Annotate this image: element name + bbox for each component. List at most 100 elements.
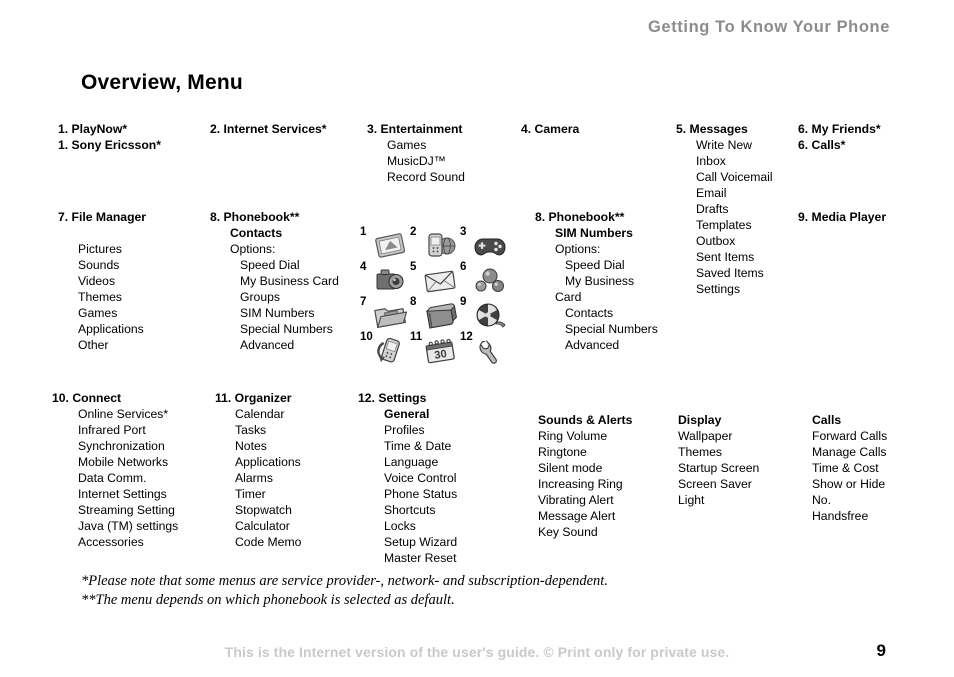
icon-cell-6: 6 (460, 261, 508, 295)
menu-item: Handsfree (812, 509, 869, 524)
menu-column-calls: Calls Forward Calls Manage Calls Time & … (812, 412, 887, 524)
icon-cell-1: 1 (360, 226, 408, 260)
menu-column-camera: 4. Camera (521, 121, 579, 137)
camera-icon (373, 265, 407, 295)
menu-item: SIM Numbers (240, 306, 315, 321)
menu-item: Contacts (565, 306, 614, 321)
icon-cell-8: 8 (410, 296, 458, 330)
menu-heading-phonebook-sim: 8. Phonebook** (535, 210, 625, 224)
menu-heading-messages: 5. Messages (676, 122, 748, 136)
menu-item: Manage Calls (812, 445, 887, 460)
menu-item: Videos (78, 274, 116, 289)
friends-spheres-icon (473, 265, 507, 295)
menu-column-phonebook-sim: 8. Phonebook** SIM Numbers Options: Spee… (535, 209, 658, 353)
icon-cell-10: 10 (360, 331, 408, 365)
menu-item: Language (384, 455, 439, 470)
icon-number: 10 (360, 331, 373, 343)
menu-heading-file-manager: 7. File Manager (58, 210, 147, 224)
menu-item: Master Reset (384, 551, 457, 566)
menu-icon-grid: 1 2 3 4 5 6 7 8 9 10 11 30 12 (360, 226, 506, 364)
menu-column-connect: 10. Connect Online Services* Infrared Po… (52, 390, 178, 550)
menu-item: Special Numbers (240, 322, 333, 337)
internet-phone-icon (423, 230, 457, 260)
envelope-icon (423, 265, 457, 295)
menu-heading-connect: 10. Connect (52, 391, 122, 405)
icon-number: 1 (360, 226, 367, 238)
menu-options-label: Options: (555, 242, 601, 257)
menu-item: Startup Screen (678, 461, 760, 476)
menu-item: Voice Control (384, 471, 457, 486)
menu-subheading-calls: Calls (812, 413, 842, 427)
menu-column-display: Display Wallpaper Themes Startup Screen … (678, 412, 759, 508)
menu-item: Data Comm. (78, 471, 147, 486)
icon-number: 5 (410, 261, 417, 273)
menu-column-my-friends: 6. My Friends* 6. Calls* (798, 121, 881, 153)
menu-item: Silent mode (538, 461, 603, 476)
menu-column-sounds-alerts: Sounds & Alerts Ring Volume Ringtone Sil… (538, 412, 632, 540)
icon-number: 8 (410, 296, 417, 308)
icon-cell-9: 9 (460, 296, 508, 330)
menu-item: Screen Saver (678, 477, 752, 492)
menu-column-file-manager: 7. File Manager Pictures Sounds Videos T… (58, 209, 146, 353)
menu-item: Ring Volume (538, 429, 608, 444)
film-reel-icon (473, 300, 507, 330)
menu-item: Themes (678, 445, 723, 460)
menu-item: Wallpaper (678, 429, 733, 444)
icon-cell-11: 11 30 (410, 331, 458, 365)
menu-item: Streaming Setting (78, 503, 175, 518)
menu-item: Profiles (384, 423, 425, 438)
menu-item: Email (696, 186, 727, 201)
menu-item: Speed Dial (240, 258, 300, 273)
menu-item: Phone Status (384, 487, 458, 502)
menu-item: Accessories (78, 535, 144, 550)
menu-item: Games (78, 306, 118, 321)
menu-column-organizer: 11. Organizer Calendar Tasks Notes Appli… (215, 390, 301, 550)
menu-item: Call Voicemail (696, 170, 773, 185)
menu-item: Other (78, 338, 109, 353)
icon-cell-5: 5 (410, 261, 458, 295)
icon-number: 9 (460, 296, 467, 308)
menu-item: Games (387, 138, 427, 153)
menu-item: Increasing Ring (538, 477, 623, 492)
menu-item: My Business (565, 274, 635, 289)
menu-item: Inbox (696, 154, 726, 169)
manual-page: Getting To Know Your Phone Overview, Men… (0, 0, 954, 677)
menu-item: Special Numbers (565, 322, 658, 337)
menu-subheading-contacts: Contacts (230, 226, 283, 241)
icon-cell-4: 4 (360, 261, 408, 295)
menu-item: Time & Cost (812, 461, 879, 476)
icon-number: 7 (360, 296, 367, 308)
gamepad-icon (473, 230, 507, 260)
menu-item: Online Services* (78, 407, 169, 422)
menu-item: Advanced (565, 338, 620, 353)
menu-subheading-display: Display (678, 413, 722, 427)
menu-column-settings: 12. Settings General Profiles Time & Dat… (358, 390, 457, 567)
icon-cell-12: 12 (460, 331, 508, 365)
icon-cell-2: 2 (410, 226, 458, 260)
menu-column-messages: 5. Messages Write New Inbox Call Voicema… (676, 121, 773, 298)
menu-item: Drafts (696, 202, 729, 217)
menu-item: No. (812, 493, 831, 508)
menu-item: Speed Dial (565, 258, 625, 273)
menu-item: Advanced (240, 338, 295, 353)
menu-item: Shortcuts (384, 503, 436, 518)
menu-heading-sony-ericsson: 1. Sony Ericsson* (58, 138, 161, 153)
menu-item: Message Alert (538, 509, 616, 524)
icon-number: 2 (410, 226, 417, 238)
menu-options-label: Options: (230, 242, 276, 257)
running-head: Getting To Know Your Phone (648, 18, 890, 36)
menu-item: Alarms (235, 471, 273, 486)
icon-number: 4 (360, 261, 367, 273)
menu-item: Timer (235, 487, 266, 502)
menu-item: My Business Card (240, 274, 339, 289)
menu-item: Saved Items (696, 266, 764, 281)
menu-item: Calculator (235, 519, 290, 534)
page-title: Overview, Menu (81, 71, 243, 94)
menu-item: Ringtone (538, 445, 587, 460)
menu-column-playnow: 1. PlayNow* 1. Sony Ericsson* (58, 121, 161, 153)
menu-item: Pictures (78, 242, 123, 257)
icon-cell-7: 7 (360, 296, 408, 330)
icon-number: 11 (410, 331, 423, 343)
menu-heading-my-friends: 6. My Friends* (798, 122, 881, 136)
menu-item: Infrared Port (78, 423, 146, 438)
